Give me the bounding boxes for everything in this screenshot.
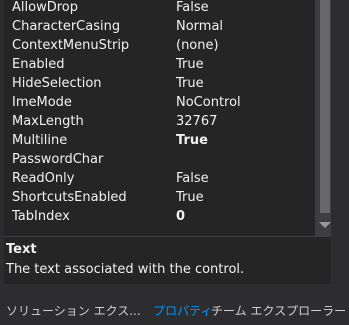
tab-team-explorer[interactable]: チーム エクスプローラー xyxy=(211,301,346,321)
property-value[interactable]: 0 xyxy=(176,207,326,226)
description-title: Text xyxy=(6,242,37,257)
property-name: CharacterCasing xyxy=(12,19,121,34)
property-value[interactable]: True xyxy=(176,131,326,150)
property-name: ImeMode xyxy=(12,95,72,110)
property-name: ContextMenuStrip xyxy=(12,38,130,53)
tab-properties[interactable]: プロパティ xyxy=(153,301,212,321)
description-text: The text associated with the control. xyxy=(6,262,245,277)
properties-pane: AllowDrop False CharacterCasing Normal C… xyxy=(0,0,349,325)
property-row-readonly[interactable]: ReadOnly False xyxy=(4,169,331,188)
property-name: ShortcutsEnabled xyxy=(12,190,127,205)
property-value[interactable]: True xyxy=(176,74,326,93)
property-row-multiline[interactable]: Multiline True xyxy=(4,131,331,150)
scroll-down-arrow-icon[interactable] xyxy=(319,222,331,228)
property-name: MaxLength xyxy=(12,114,84,129)
property-value[interactable]: 32767 xyxy=(176,112,326,131)
property-name: HideSelection xyxy=(12,76,102,91)
property-name: ReadOnly xyxy=(12,171,75,186)
tool-window-tabs: ソリューション エクス... プロパティ チーム エクスプローラー xyxy=(0,301,349,325)
property-row-tabindex[interactable]: TabIndex 0 xyxy=(4,207,331,226)
property-value[interactable]: False xyxy=(176,0,326,17)
property-name: Enabled xyxy=(12,57,65,72)
property-name: AllowDrop xyxy=(12,0,78,15)
property-value[interactable]: True xyxy=(176,55,326,74)
description-panel: Text The text associated with the contro… xyxy=(4,236,331,284)
property-value[interactable]: NoControl xyxy=(176,93,326,112)
property-name: PasswordChar xyxy=(12,152,104,167)
property-value[interactable]: True xyxy=(176,188,326,207)
property-row-charactercasing[interactable]: CharacterCasing Normal xyxy=(4,17,331,36)
property-name: Multiline xyxy=(12,133,68,148)
property-name: TabIndex xyxy=(12,209,70,224)
property-row-maxlength[interactable]: MaxLength 32767 xyxy=(4,112,331,131)
property-row-hideselection[interactable]: HideSelection True xyxy=(4,74,331,93)
property-row-shortcutsenabled[interactable]: ShortcutsEnabled True xyxy=(4,188,331,207)
property-value[interactable]: False xyxy=(176,169,326,188)
vertical-scrollbar[interactable] xyxy=(315,0,331,236)
property-row-passwordchar[interactable]: PasswordChar xyxy=(4,150,331,169)
property-value[interactable]: Normal xyxy=(176,17,326,36)
property-row-imemode[interactable]: ImeMode NoControl xyxy=(4,93,331,112)
property-row-contextmenustrip[interactable]: ContextMenuStrip (none) xyxy=(4,36,331,55)
property-grid: AllowDrop False CharacterCasing Normal C… xyxy=(4,0,331,236)
property-row-allowdrop[interactable]: AllowDrop False xyxy=(4,0,331,17)
scrollbar-thumb[interactable] xyxy=(320,0,330,213)
property-value[interactable]: (none) xyxy=(176,36,326,55)
property-row-enabled[interactable]: Enabled True xyxy=(4,55,331,74)
tab-solution-explorer[interactable]: ソリューション エクス... xyxy=(6,301,141,321)
